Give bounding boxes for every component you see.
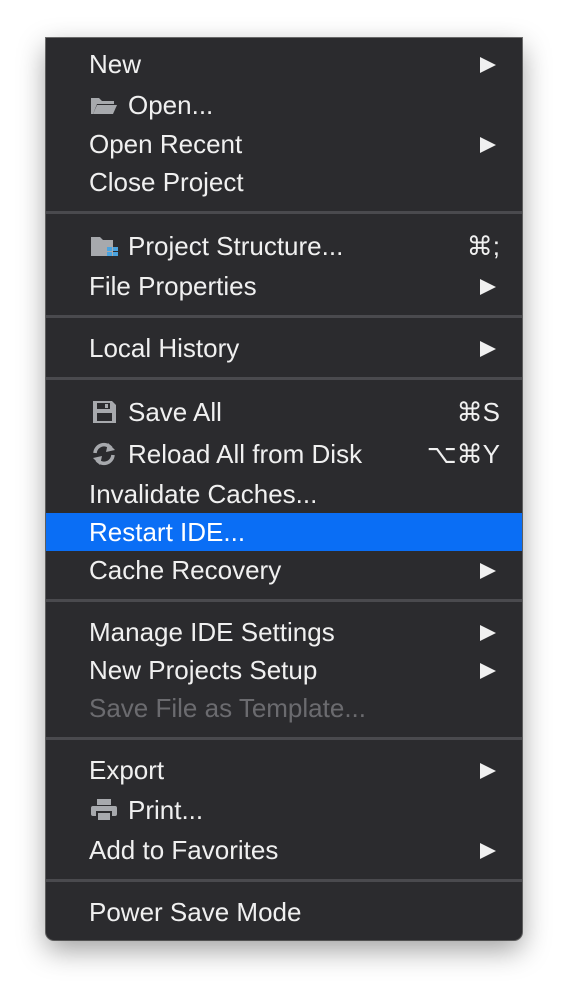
submenu-arrow-icon (480, 563, 496, 579)
menu-item-label: Save File as Template... (89, 693, 366, 723)
menu-item-file-properties[interactable]: File Properties (46, 267, 522, 305)
menu-item-label: Reload All from Disk (128, 439, 363, 469)
submenu-arrow-icon (480, 57, 496, 73)
menu-item-label: Open Recent (89, 129, 243, 159)
menu-item-label: Invalidate Caches... (89, 479, 318, 509)
menu-item-open-recent[interactable]: Open Recent (46, 125, 522, 163)
menu-item-shortcut: ⌥⌘Y (426, 439, 500, 469)
menu-item-close-project[interactable]: Close Project (46, 163, 522, 201)
menu-item-manage-ide-settings[interactable]: Manage IDE Settings (46, 613, 522, 651)
menu-item-label: Manage IDE Settings (89, 617, 335, 647)
menu-item-power-save-mode[interactable]: Power Save Mode (46, 893, 522, 931)
menu-item-cache-recovery[interactable]: Cache Recovery (46, 551, 522, 589)
printer-icon (89, 797, 119, 823)
submenu-arrow-icon (480, 279, 496, 295)
menu-item-label: Project Structure... (128, 231, 344, 261)
menu-item-label: Print... (128, 795, 204, 825)
submenu-arrow-icon (480, 625, 496, 641)
menu-item-label: Open... (128, 90, 214, 120)
menu-item-open[interactable]: Open... (46, 86, 522, 124)
menu-separator (46, 211, 522, 214)
floppy-disk-icon (89, 399, 119, 425)
menu-separator (46, 377, 522, 380)
submenu-arrow-icon (480, 763, 496, 779)
submenu-arrow-icon (480, 341, 496, 357)
submenu-arrow-icon (480, 137, 496, 153)
menu-item-shortcut: ⌘; (466, 231, 500, 261)
menu-separator (46, 315, 522, 318)
menu-item-label: Cache Recovery (89, 555, 282, 585)
menu-item-print[interactable]: Print... (46, 791, 522, 829)
menu-item-save-all[interactable]: Save All ⌘S (46, 393, 522, 431)
menu-item-label: New Projects Setup (89, 655, 318, 685)
menu-separator (46, 737, 522, 740)
menu-separator (46, 599, 522, 602)
menu-item-label: New (89, 49, 142, 79)
folder-open-icon (89, 92, 119, 118)
menu-item-label: Power Save Mode (89, 897, 302, 927)
menu-item-label: Restart IDE... (89, 517, 246, 547)
menu-separator (46, 879, 522, 882)
menu-item-project-structure[interactable]: Project Structure... ⌘; (46, 227, 522, 265)
submenu-arrow-icon (480, 663, 496, 679)
menu-item-shortcut: ⌘S (456, 397, 500, 427)
menu-item-label: Export (89, 755, 165, 785)
project-structure-icon (89, 233, 119, 259)
reload-icon (89, 441, 119, 467)
menu-item-reload-all[interactable]: Reload All from Disk ⌥⌘Y (46, 435, 522, 473)
menu-item-save-file-as-template: Save File as Template... (46, 689, 522, 727)
menu-item-label: Close Project (89, 167, 244, 197)
file-menu: New Open... Open Recent Close Project Pr… (46, 38, 522, 940)
submenu-arrow-icon (480, 843, 496, 859)
menu-item-label: Add to Favorites (89, 835, 279, 865)
menu-item-new-projects-setup[interactable]: New Projects Setup (46, 651, 522, 689)
menu-item-add-to-favorites[interactable]: Add to Favorites (46, 831, 522, 869)
menu-item-new[interactable]: New (46, 45, 522, 83)
menu-item-invalidate-caches[interactable]: Invalidate Caches... (46, 475, 522, 513)
menu-item-label: Local History (89, 333, 240, 363)
menu-item-restart-ide[interactable]: Restart IDE... (46, 513, 522, 551)
menu-item-local-history[interactable]: Local History (46, 329, 522, 367)
menu-item-label: Save All (128, 397, 222, 427)
menu-item-export[interactable]: Export (46, 751, 522, 789)
menu-item-label: File Properties (89, 271, 257, 301)
